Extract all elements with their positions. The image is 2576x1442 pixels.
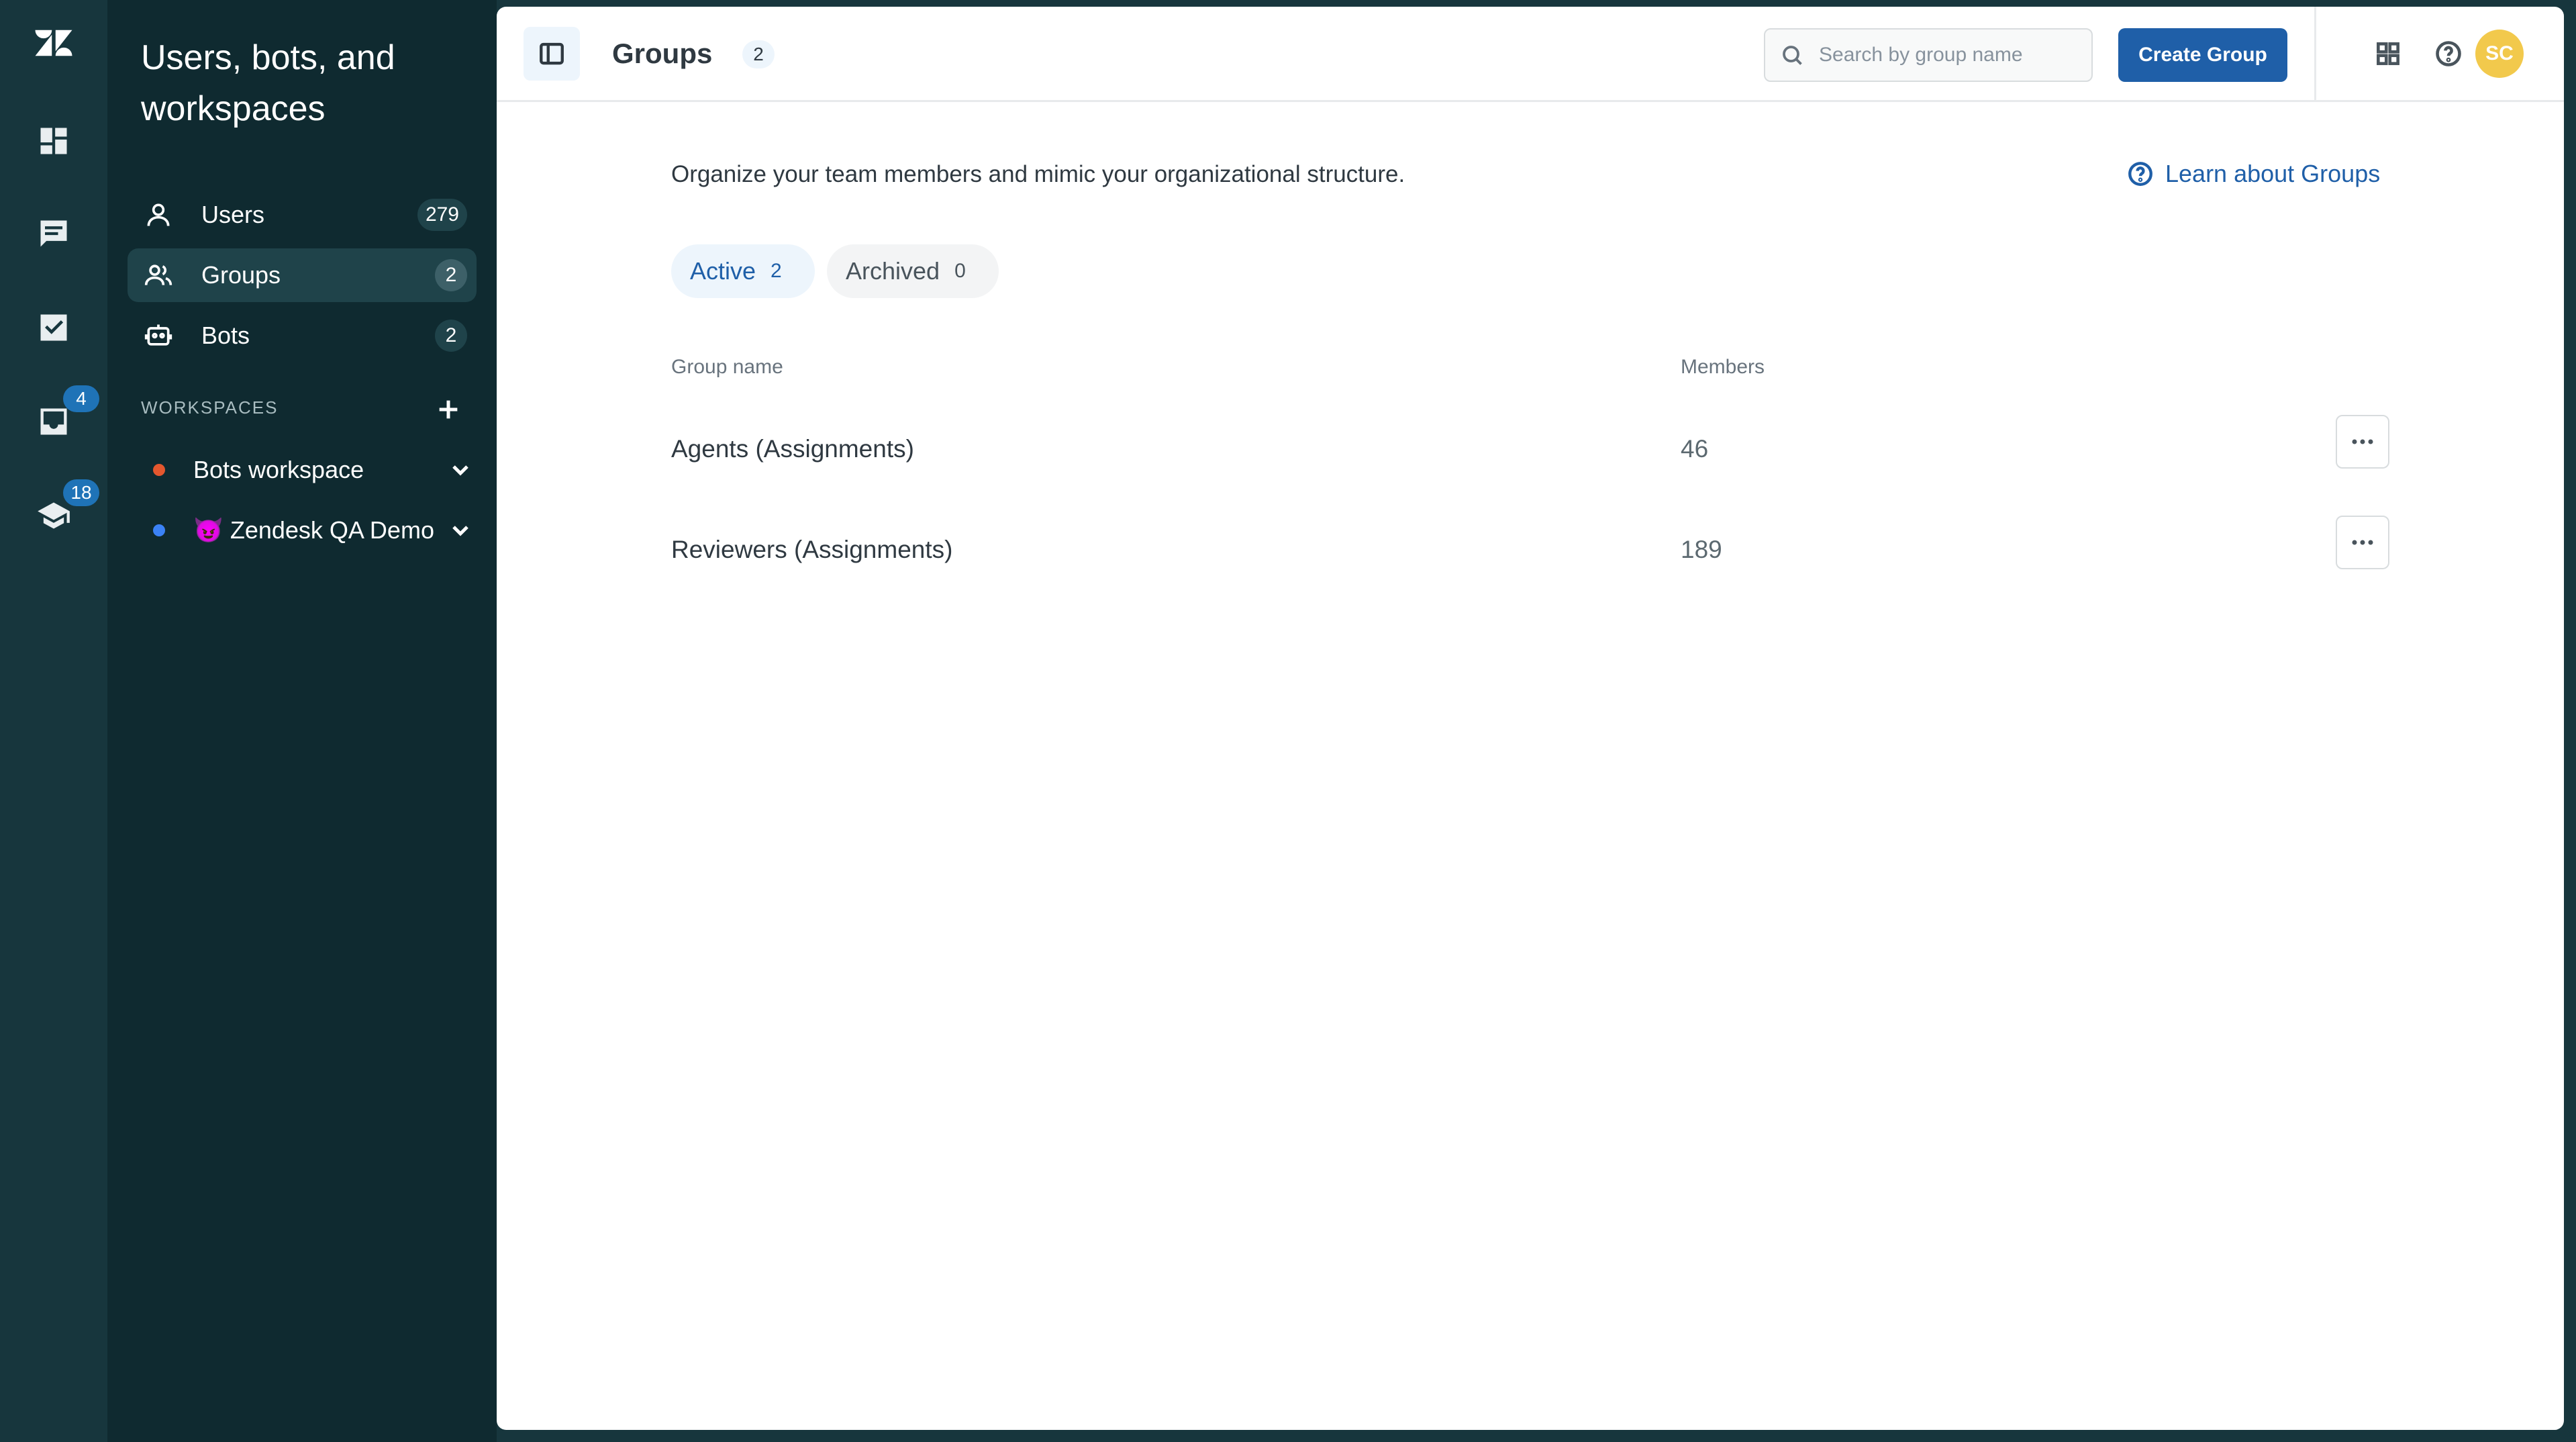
- table-row[interactable]: Reviewers (Assignments) 189: [671, 516, 2389, 589]
- workspace-label: 😈 Zendesk QA Demo: [193, 516, 434, 544]
- groups-count-badge: 2: [435, 259, 467, 291]
- icon-rail: 4 18: [0, 0, 107, 1442]
- row-actions-button[interactable]: [2336, 516, 2389, 569]
- bot-icon: [142, 320, 175, 352]
- sidebar: Users, bots, and workspaces Users 279 Gr…: [107, 0, 497, 1442]
- tab-active[interactable]: Active 2: [671, 244, 815, 298]
- help-icon[interactable]: [2428, 34, 2469, 74]
- page-title: Groups: [612, 38, 713, 69]
- tab-label: Archived: [846, 257, 940, 285]
- learn-about-groups-link[interactable]: Learn about Groups: [2126, 157, 2380, 191]
- sidebar-item-label: Bots: [201, 322, 250, 349]
- chevron-down-icon[interactable]: [444, 454, 477, 486]
- column-header-group-name[interactable]: Group name: [671, 356, 783, 379]
- zendesk-logo-icon[interactable]: [27, 16, 81, 70]
- column-header-members[interactable]: Members: [1681, 356, 1765, 379]
- bots-count-badge: 2: [435, 320, 467, 352]
- tab-archived[interactable]: Archived 0: [827, 244, 999, 298]
- header-divider: [2314, 7, 2316, 102]
- tasks-icon[interactable]: [27, 301, 81, 354]
- member-count: 46: [1681, 435, 1709, 463]
- sidebar-toggle-icon: [540, 42, 564, 65]
- table-row[interactable]: Agents (Assignments) 46: [671, 415, 2389, 489]
- user-icon: [142, 199, 175, 231]
- toggle-sidebar-button[interactable]: [524, 27, 580, 81]
- app-window: 4 18 Users, bots, and workspaces Users 2…: [0, 0, 2576, 1442]
- add-workspace-button[interactable]: [430, 391, 467, 428]
- avatar[interactable]: SC: [2475, 30, 2524, 78]
- inbox-badge: 4: [63, 385, 99, 412]
- sidebar-title: Users, bots, and workspaces: [141, 38, 395, 128]
- search-input[interactable]: [1818, 43, 2082, 67]
- search-field[interactable]: [1764, 28, 2093, 82]
- sidebar-item-label: Groups: [201, 261, 281, 289]
- tab-count: 2: [771, 260, 782, 282]
- workspace-item-bots[interactable]: Bots workspace: [141, 446, 477, 493]
- help-circle-icon: [2128, 162, 2152, 186]
- conversations-icon[interactable]: [27, 207, 81, 260]
- more-horizontal-icon: [2352, 439, 2373, 444]
- chevron-down-icon[interactable]: [444, 514, 477, 546]
- create-group-button[interactable]: Create Group: [2118, 28, 2287, 82]
- workspace-item-zendesk-qa-demo[interactable]: 😈 Zendesk QA Demo: [141, 507, 477, 554]
- search-icon: [1783, 46, 1802, 65]
- intro-text: Organize your team members and mimic you…: [671, 161, 1405, 187]
- apps-grid-icon[interactable]: [2368, 34, 2408, 74]
- coaching-icon[interactable]: 18: [27, 479, 99, 542]
- plus-icon: [439, 400, 458, 419]
- group-name[interactable]: Agents (Assignments): [671, 435, 914, 463]
- sidebar-item-groups[interactable]: Groups 2: [128, 248, 477, 302]
- sidebar-item-users[interactable]: Users 279: [128, 188, 477, 242]
- group-name[interactable]: Reviewers (Assignments): [671, 536, 952, 564]
- row-actions-button[interactable]: [2336, 415, 2389, 469]
- top-bar: Groups 2 Create Group SC: [497, 7, 2564, 102]
- member-count: 189: [1681, 536, 1722, 563]
- sidebar-item-bots[interactable]: Bots 2: [128, 309, 477, 363]
- learn-link-label: Learn about Groups: [2165, 160, 2381, 187]
- tab-count: 0: [954, 260, 966, 282]
- coaching-badge: 18: [63, 479, 99, 506]
- workspaces-header: WORKSPACES: [141, 397, 279, 418]
- sidebar-item-label: Users: [201, 201, 265, 228]
- more-horizontal-icon: [2352, 540, 2373, 545]
- group-icon: [142, 259, 175, 291]
- tab-label: Active: [690, 257, 756, 285]
- workspace-dot: [153, 524, 165, 536]
- main-panel: Groups 2 Create Group SC Organize your t…: [497, 7, 2564, 1430]
- workspace-label: Bots workspace: [193, 456, 364, 483]
- workspace-dot: [153, 464, 165, 476]
- page-title-count: 2: [742, 40, 775, 68]
- inbox-icon[interactable]: 4: [27, 385, 99, 448]
- users-count-badge: 279: [417, 199, 467, 231]
- dashboard-icon[interactable]: [27, 114, 81, 168]
